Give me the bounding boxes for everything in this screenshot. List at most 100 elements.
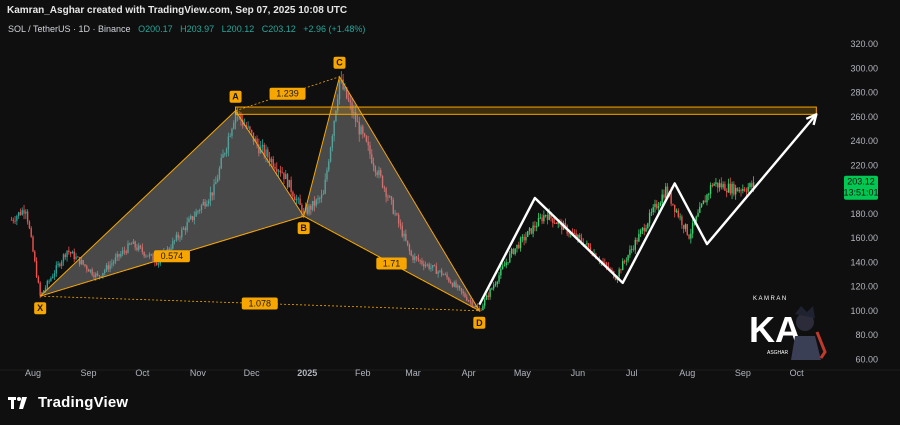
- x-tick-label: Feb: [355, 368, 371, 378]
- author-watermark: KAMRAN KA ASGHAR: [745, 292, 831, 362]
- candle-body: [636, 239, 638, 242]
- candle-body: [604, 262, 606, 264]
- candle-body: [645, 228, 647, 232]
- candle-body: [60, 261, 63, 267]
- candle-body: [485, 295, 488, 300]
- candle-body: [489, 289, 491, 298]
- candle-body: [679, 216, 681, 218]
- legend-symbol: SOL / TetherUS · 1D · Binance: [8, 24, 131, 34]
- candle-body: [579, 235, 581, 238]
- avatar-body-icon: [791, 336, 821, 360]
- candle-body: [510, 248, 513, 254]
- candle-body: [500, 268, 502, 276]
- candle-body: [672, 203, 674, 205]
- x-tick-label: May: [514, 368, 532, 378]
- x-tick-label: Sep: [81, 368, 97, 378]
- candle-body: [731, 183, 733, 194]
- candle-body: [286, 174, 289, 188]
- candle-body: [677, 210, 679, 217]
- harmonic-pattern: 1.239 0.574 1.71 1.078 X A B C D: [34, 56, 817, 329]
- candle-body: [704, 200, 706, 203]
- candle-body: [272, 159, 274, 167]
- candle-body: [647, 223, 649, 229]
- candle-body: [279, 170, 282, 173]
- candle-body: [702, 200, 705, 205]
- candle-body: [717, 182, 719, 188]
- candle-body: [491, 288, 493, 290]
- candle-body: [691, 223, 694, 234]
- chart-frame: Kamran_Asghar created with TradingView.c…: [0, 0, 900, 425]
- candle-body: [623, 261, 626, 262]
- y-tick-label: 280.00: [850, 88, 878, 98]
- candle-body: [733, 183, 735, 195]
- candle-body: [32, 236, 34, 252]
- legend-low: L200.12: [222, 24, 255, 34]
- x-axis: Aug Sep Oct Nov Dec 2025 Feb Mar Apr May Jun Jul Aug…: [25, 368, 804, 378]
- candle-body: [530, 228, 533, 234]
- candle-body: [752, 182, 755, 187]
- candle-body: [507, 262, 509, 264]
- ratio-label: 0.574: [161, 251, 184, 261]
- candle-body: [630, 248, 633, 250]
- candle-body: [568, 233, 570, 235]
- chart-legend: SOL / TetherUS · 1D · Binance O200.17 H2…: [8, 24, 365, 34]
- candle-body: [512, 248, 515, 254]
- candle-body: [544, 215, 547, 216]
- candle-body: [77, 256, 79, 258]
- candle-body: [21, 210, 23, 215]
- candle-body: [62, 254, 65, 262]
- footer-brand: TradingView: [8, 394, 128, 411]
- candle-body: [518, 244, 520, 249]
- candle-body: [37, 277, 40, 283]
- candle-body: [290, 179, 292, 192]
- candle-body: [648, 212, 651, 224]
- candle-body: [484, 299, 486, 306]
- y-tick-label: 220.00: [850, 160, 878, 170]
- candle-body: [665, 186, 667, 198]
- candle-body: [50, 278, 52, 281]
- author-logo-icon: KAMRAN KA ASGHAR: [749, 296, 827, 360]
- candle-body: [708, 193, 710, 195]
- y-tick-label: 240.00: [850, 136, 878, 146]
- candle-body: [736, 187, 739, 192]
- candle-body: [586, 243, 588, 245]
- candle-body: [682, 225, 685, 229]
- candle-body: [503, 265, 506, 267]
- candle-body: [573, 232, 576, 234]
- candle-body: [661, 194, 663, 203]
- candle-body: [14, 220, 16, 222]
- candle-body: [71, 251, 74, 254]
- candle-body: [292, 191, 294, 197]
- pattern-point-label: A: [232, 92, 239, 102]
- candle-body: [30, 228, 32, 237]
- candle-body: [650, 212, 653, 213]
- candle-body: [729, 183, 731, 194]
- candle-body: [654, 203, 656, 208]
- candle-body: [675, 210, 678, 212]
- candle-body: [725, 190, 728, 193]
- candle-body: [684, 224, 687, 229]
- candle-body: [46, 280, 49, 288]
- candle-body: [514, 248, 516, 254]
- candle-body: [697, 212, 699, 217]
- y-tick-label: 260.00: [850, 112, 878, 122]
- candle-body: [516, 244, 518, 249]
- candle-body: [270, 159, 273, 163]
- footer-brand-text: TradingView: [38, 394, 129, 411]
- legend-open: O200.17: [138, 24, 173, 34]
- candle-body: [738, 190, 740, 192]
- candle-body: [501, 266, 504, 269]
- candle-body: [35, 260, 38, 278]
- y-tick-label: 300.00: [850, 63, 878, 73]
- candle-body: [482, 305, 484, 311]
- y-tick-label: 120.00: [850, 282, 878, 292]
- candle-body: [64, 254, 66, 258]
- candle-body: [532, 225, 534, 234]
- candle-body: [261, 144, 264, 147]
- candle-body: [276, 168, 278, 172]
- x-tick-label: Jun: [571, 368, 586, 378]
- x-tick-label: Apr: [462, 368, 476, 378]
- candle-body: [751, 183, 753, 187]
- candle-body: [250, 130, 253, 133]
- candle-body: [57, 263, 59, 266]
